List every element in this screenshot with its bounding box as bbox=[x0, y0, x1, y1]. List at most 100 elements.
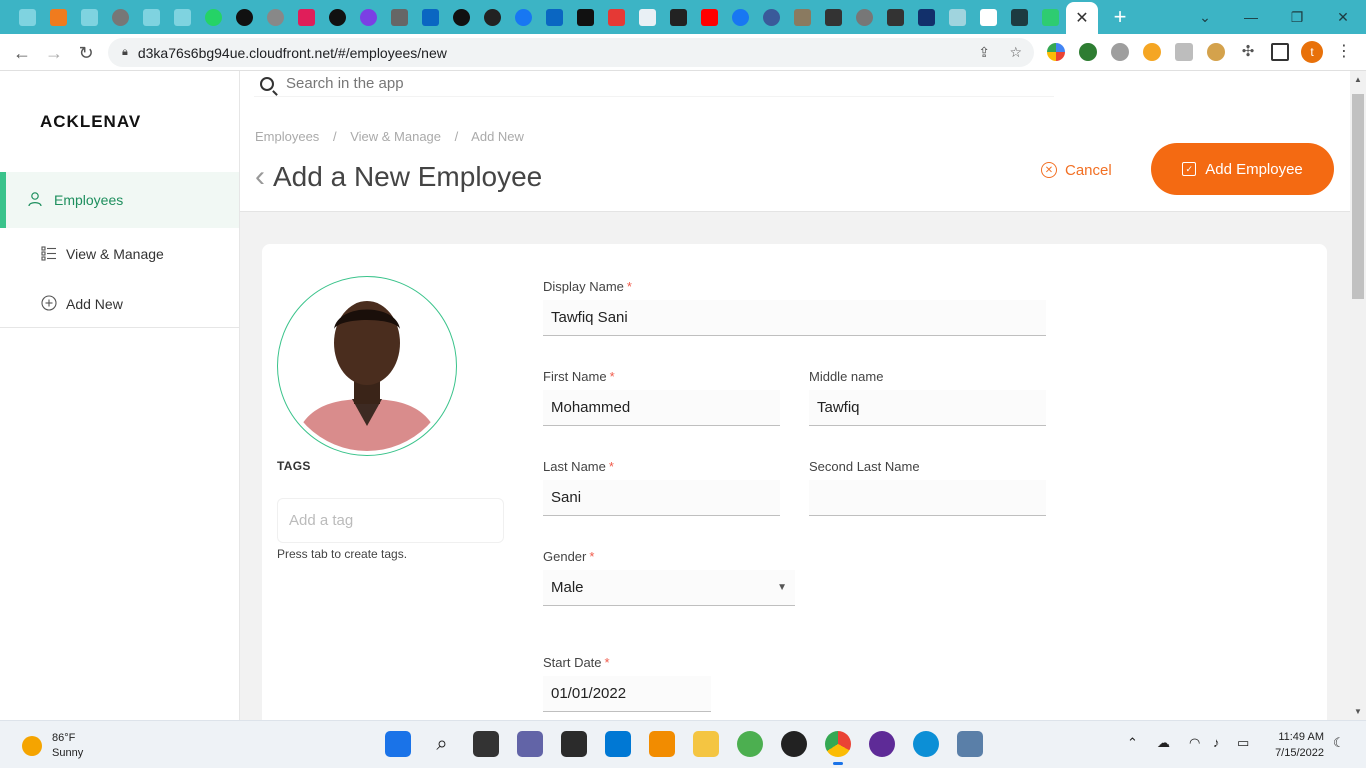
tab-favicon[interactable] bbox=[849, 0, 880, 34]
minimize-icon[interactable]: — bbox=[1228, 0, 1274, 34]
extension-icon[interactable] bbox=[1079, 43, 1097, 61]
clock[interactable]: 11:49 AM 7/15/2022 bbox=[1266, 729, 1324, 761]
tag-input[interactable]: Add a tag bbox=[277, 498, 504, 543]
youtube-icon[interactable] bbox=[694, 0, 725, 34]
vlc-icon[interactable] bbox=[649, 731, 675, 757]
search-input[interactable]: Search in the app bbox=[286, 75, 404, 92]
sidebar-item-add-new[interactable]: Add New bbox=[0, 276, 239, 332]
tab-favicon[interactable] bbox=[787, 0, 818, 34]
file-explorer-icon[interactable] bbox=[693, 731, 719, 757]
tab-favicon[interactable] bbox=[942, 0, 973, 34]
extension-icon[interactable] bbox=[1047, 43, 1065, 61]
display-name-input[interactable]: Tawfiq Sani bbox=[543, 300, 1046, 336]
sidebar-item-view-manage[interactable]: View & Manage bbox=[0, 226, 239, 282]
network-app-icon[interactable] bbox=[957, 731, 983, 757]
search-icon[interactable]: ⌕ bbox=[429, 731, 455, 757]
active-tab[interactable]: ✕ bbox=[1066, 2, 1098, 34]
tab-favicon[interactable] bbox=[167, 0, 198, 34]
scroll-up-icon[interactable]: ▲ bbox=[1350, 75, 1366, 84]
page-scrollbar[interactable]: ▲ ▼ bbox=[1350, 71, 1366, 720]
breadcrumb-employees[interactable]: Employees bbox=[255, 129, 319, 144]
volume-icon[interactable]: ♪ bbox=[1213, 735, 1220, 750]
profile-avatar[interactable]: t bbox=[1301, 41, 1323, 63]
forward-icon[interactable]: → bbox=[41, 40, 67, 66]
tab-favicon[interactable] bbox=[973, 0, 1004, 34]
tab-favicon[interactable] bbox=[1004, 0, 1035, 34]
address-bar[interactable]: 🔒︎ d3ka76s6bg94ue.cloudfront.net/#/emplo… bbox=[108, 38, 1034, 67]
github-icon[interactable] bbox=[229, 0, 260, 34]
tab-favicon[interactable] bbox=[477, 0, 508, 34]
side-panel-icon[interactable] bbox=[1271, 43, 1289, 61]
tab-favicon[interactable] bbox=[663, 0, 694, 34]
tab-favicon[interactable] bbox=[601, 0, 632, 34]
add-employee-button[interactable]: ✓ Add Employee bbox=[1151, 143, 1334, 195]
tab-favicon[interactable] bbox=[1035, 0, 1066, 34]
close-tab-icon[interactable]: ✕ bbox=[1075, 8, 1088, 28]
github-icon[interactable] bbox=[446, 0, 477, 34]
restore-icon[interactable]: ❐ bbox=[1274, 0, 1320, 34]
tab-favicon[interactable] bbox=[570, 0, 601, 34]
cancel-button[interactable]: ✕ Cancel bbox=[1041, 159, 1112, 181]
breadcrumb-view-manage[interactable]: View & Manage bbox=[350, 129, 441, 144]
share-icon[interactable]: ⇪ bbox=[978, 44, 990, 61]
teams-icon[interactable] bbox=[517, 731, 543, 757]
tab-favicon[interactable] bbox=[43, 0, 74, 34]
tab-favicon[interactable] bbox=[74, 0, 105, 34]
tor-icon[interactable] bbox=[869, 731, 895, 757]
wifi-icon[interactable]: ◠ bbox=[1189, 735, 1200, 751]
tab-favicon[interactable] bbox=[818, 0, 849, 34]
tab-favicon[interactable] bbox=[508, 0, 539, 34]
tab-favicon[interactable] bbox=[911, 0, 942, 34]
battery-icon[interactable]: ▭ bbox=[1237, 735, 1249, 751]
cloud-icon[interactable]: ☁ bbox=[1157, 735, 1170, 751]
close-window-icon[interactable]: ✕ bbox=[1320, 0, 1366, 34]
tab-favicon[interactable] bbox=[260, 0, 291, 34]
start-icon[interactable] bbox=[385, 731, 411, 757]
url-text[interactable]: d3ka76s6bg94ue.cloudfront.net/#/employee… bbox=[138, 45, 447, 61]
scroll-down-icon[interactable]: ▼ bbox=[1350, 707, 1366, 716]
linkedin-icon[interactable] bbox=[415, 0, 446, 34]
whatsapp-icon[interactable] bbox=[198, 0, 229, 34]
gender-select[interactable]: Male ▼ bbox=[543, 570, 795, 606]
linkedin-icon[interactable] bbox=[539, 0, 570, 34]
task-view-icon[interactable] bbox=[473, 731, 499, 757]
media-player-icon[interactable] bbox=[781, 731, 807, 757]
weather-widget[interactable]: 86°F Sunny bbox=[22, 731, 83, 761]
menu-icon[interactable]: ⋮ bbox=[1335, 43, 1353, 61]
edge-icon[interactable] bbox=[913, 731, 939, 757]
sidebar-item-employees[interactable]: Employees bbox=[0, 172, 239, 228]
slack-icon[interactable] bbox=[291, 0, 322, 34]
tab-favicon[interactable] bbox=[105, 0, 136, 34]
chevron-left-icon[interactable]: ‹ bbox=[255, 162, 265, 192]
tab-favicon[interactable] bbox=[136, 0, 167, 34]
tab-search-icon[interactable]: ⌄ bbox=[1182, 0, 1228, 34]
first-name-input[interactable]: Mohammed bbox=[543, 390, 780, 426]
moon-icon[interactable]: ☾ bbox=[1333, 735, 1345, 751]
chevron-up-icon[interactable]: ⌃ bbox=[1127, 735, 1138, 751]
tab-favicon[interactable] bbox=[756, 0, 787, 34]
tab-favicon[interactable] bbox=[632, 0, 663, 34]
scrollbar-thumb[interactable] bbox=[1352, 94, 1364, 299]
cookie-icon[interactable] bbox=[1207, 43, 1225, 61]
extension-icon[interactable] bbox=[1143, 43, 1161, 61]
terminal-icon[interactable] bbox=[561, 731, 587, 757]
tab-favicon[interactable] bbox=[12, 0, 43, 34]
extension-icon[interactable] bbox=[1111, 43, 1129, 61]
back-icon[interactable]: ← bbox=[9, 40, 35, 66]
reload-icon[interactable]: ↻ bbox=[73, 40, 99, 66]
globe-app-icon[interactable] bbox=[737, 731, 763, 757]
chrome-icon[interactable] bbox=[825, 731, 851, 765]
extension-icon[interactable] bbox=[1175, 43, 1193, 61]
start-date-input[interactable]: 01/01/2022 bbox=[543, 676, 711, 712]
tab-favicon[interactable] bbox=[384, 0, 415, 34]
employee-photo[interactable] bbox=[277, 276, 457, 456]
last-name-input[interactable]: Sani bbox=[543, 480, 780, 516]
middle-name-input[interactable]: Tawfiq bbox=[809, 390, 1046, 426]
tab-favicon[interactable] bbox=[880, 0, 911, 34]
new-tab-button[interactable]: + bbox=[1108, 4, 1132, 30]
github-icon[interactable] bbox=[322, 0, 353, 34]
tab-favicon[interactable] bbox=[725, 0, 756, 34]
second-last-name-input[interactable] bbox=[809, 480, 1046, 516]
app-logo[interactable]: ACKLENAV bbox=[40, 112, 141, 132]
bookmark-star-icon[interactable]: ☆ bbox=[1009, 44, 1022, 61]
